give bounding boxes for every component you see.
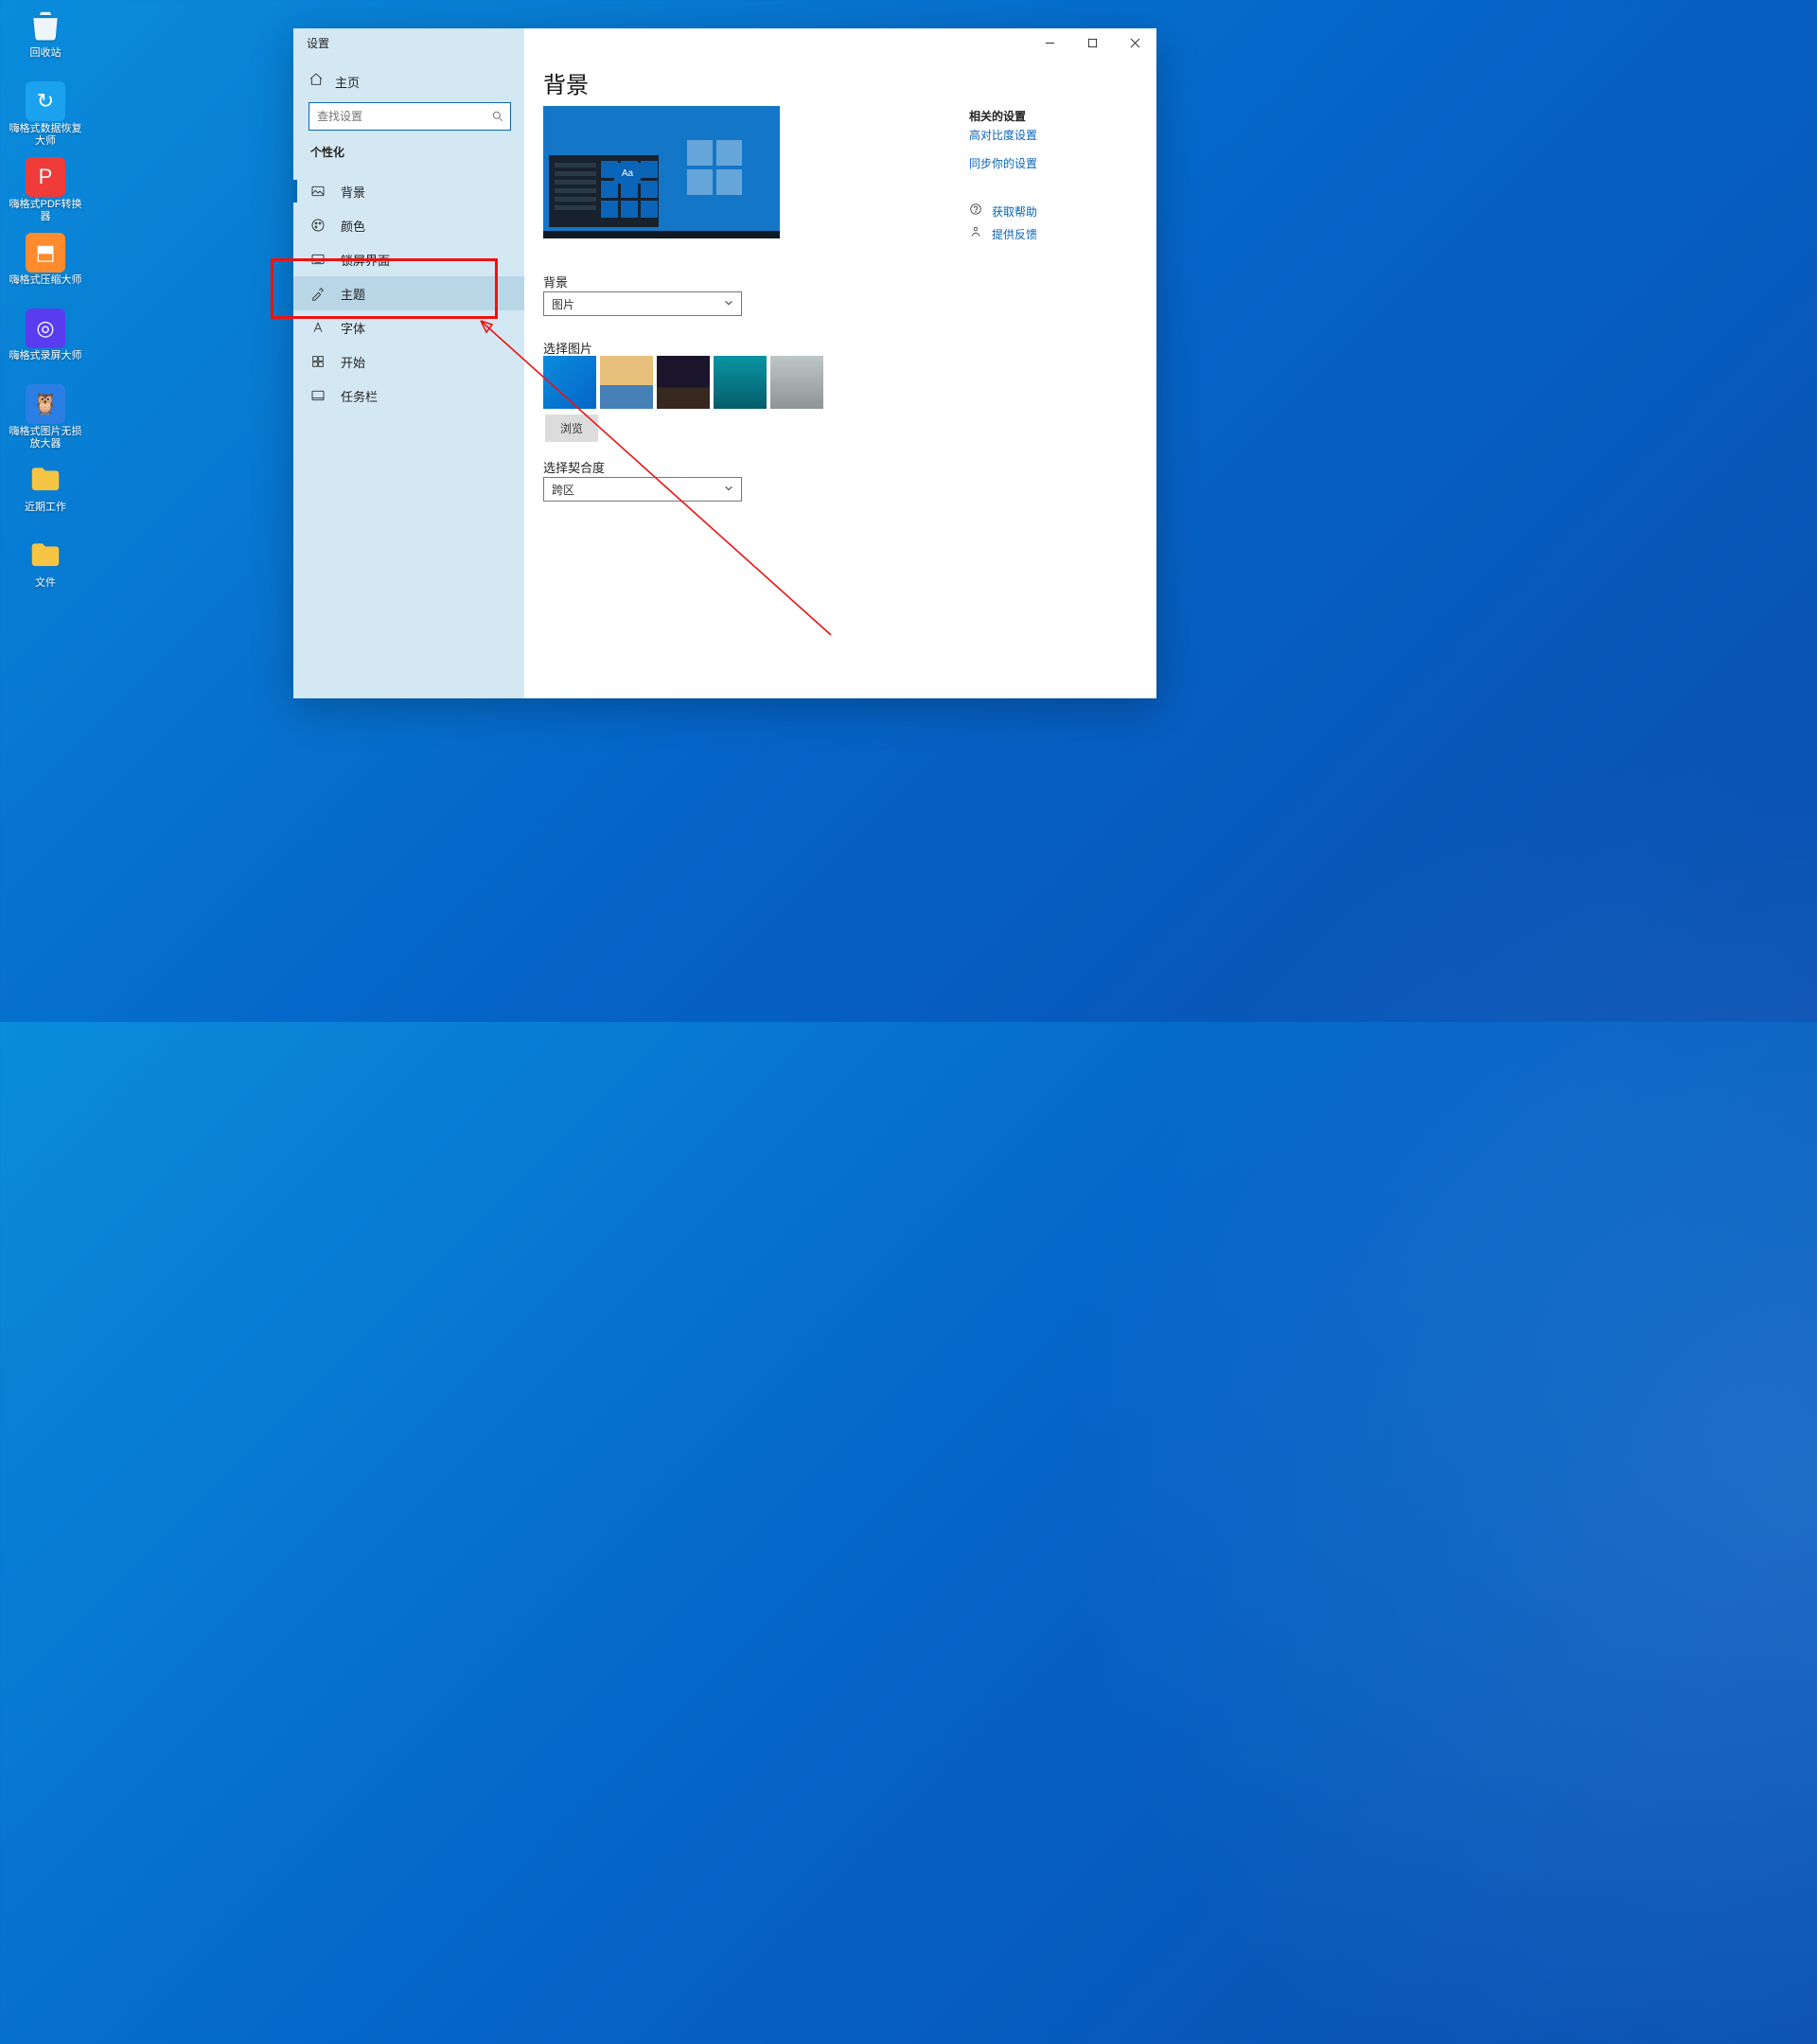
give-feedback[interactable]: 提供反馈 xyxy=(969,225,1037,243)
app-data-recovery[interactable]: ↻ 嗨格式数据恢复大师 xyxy=(6,79,85,153)
bg-select-value: 图片 xyxy=(552,296,574,312)
lockscreen-icon xyxy=(310,252,326,267)
recycle-bin[interactable]: 回收站 xyxy=(6,4,85,78)
settings-nav: 设置 主页 个性化 背景 颜色 锁 xyxy=(293,28,524,698)
window-controls xyxy=(1029,28,1156,57)
picture-icon xyxy=(310,184,326,199)
bg-thumb-4[interactable] xyxy=(714,356,767,409)
nav-taskbar-label: 任务栏 xyxy=(341,387,378,405)
nav-background-label: 背景 xyxy=(341,183,365,201)
bg-thumb-1[interactable] xyxy=(543,356,596,409)
theme-icon xyxy=(310,286,326,301)
app-screenrec-label: 嗨格式录屏大师 xyxy=(9,350,82,362)
start-icon xyxy=(310,354,326,369)
chevron-down-icon xyxy=(724,297,733,310)
nav-background[interactable]: 背景 xyxy=(293,174,524,208)
related-heading: 相关的设置 xyxy=(969,108,1026,124)
font-icon xyxy=(310,320,326,335)
get-help[interactable]: 获取帮助 xyxy=(969,203,1037,220)
folder-recent[interactable]: 近期工作 xyxy=(6,458,85,532)
get-help-label: 获取帮助 xyxy=(992,203,1037,220)
nav-lockscreen[interactable]: 锁屏界面 xyxy=(293,242,524,276)
home-button[interactable]: 主页 xyxy=(309,72,360,92)
bg-thumbnails xyxy=(543,356,823,409)
folder-files-icon xyxy=(26,536,65,575)
home-label: 主页 xyxy=(335,73,360,91)
nav-themes-label: 主题 xyxy=(341,285,365,303)
link-sync-settings[interactable]: 同步你的设置 xyxy=(969,155,1037,171)
feedback-icon xyxy=(969,225,982,243)
bg-thumb-3[interactable] xyxy=(657,356,710,409)
desktop-icons: 回收站 ↻ 嗨格式数据恢复大师 P 嗨格式PDF转换器 ⬒ 嗨格式压缩大师 ◎ … xyxy=(6,4,85,609)
nav-fonts-label: 字体 xyxy=(341,319,365,337)
nav-lockscreen-label: 锁屏界面 xyxy=(341,251,390,269)
app-screenrec[interactable]: ◎ 嗨格式录屏大师 xyxy=(6,307,85,380)
app-screenrec-icon: ◎ xyxy=(26,308,65,348)
app-pdf-icon: P xyxy=(26,157,65,197)
minimize-button[interactable] xyxy=(1029,28,1071,57)
nav-start[interactable]: 开始 xyxy=(293,344,524,379)
link-high-contrast[interactable]: 高对比度设置 xyxy=(969,127,1037,143)
pick-label: 选择图片 xyxy=(543,339,592,357)
preview-taskbar xyxy=(543,231,780,238)
recycle-bin-icon xyxy=(26,6,65,45)
maximize-button[interactable] xyxy=(1071,28,1114,57)
preview-start-panel xyxy=(549,155,659,227)
app-pdf[interactable]: P 嗨格式PDF转换器 xyxy=(6,155,85,229)
taskbar-icon xyxy=(310,388,326,403)
search-field[interactable] xyxy=(309,110,485,123)
chevron-down-icon xyxy=(724,483,733,496)
category-label: 个性化 xyxy=(310,144,344,160)
bg-thumb-2[interactable] xyxy=(600,356,653,409)
palette-icon xyxy=(310,218,326,233)
close-button[interactable] xyxy=(1114,28,1156,57)
give-feedback-label: 提供反馈 xyxy=(992,226,1037,242)
app-imgfix[interactable]: 🦉 嗨格式图片无损放大器 xyxy=(6,382,85,456)
nav-colors[interactable]: 颜色 xyxy=(293,208,524,242)
nav-themes[interactable]: 主题 xyxy=(293,276,524,310)
browse-button[interactable]: 浏览 xyxy=(545,414,598,442)
fit-label: 选择契合度 xyxy=(543,458,605,476)
app-compress-label: 嗨格式压缩大师 xyxy=(9,274,82,287)
titlebar: 设置 xyxy=(293,28,524,57)
settings-content: 背景 Aa 背景 图片 选择图片 浏览 选择契合度 跨区 xyxy=(524,28,1156,698)
bg-thumb-5[interactable] xyxy=(770,356,823,409)
nav-colors-label: 颜色 xyxy=(341,217,365,235)
search-icon xyxy=(485,110,510,123)
settings-window: 设置 主页 个性化 背景 颜色 锁 xyxy=(293,28,1156,698)
home-icon xyxy=(309,72,324,92)
nav-fonts[interactable]: 字体 xyxy=(293,310,524,344)
recycle-bin-label: 回收站 xyxy=(30,47,62,60)
folder-recent-label: 近期工作 xyxy=(25,502,66,514)
folder-files[interactable]: 文件 xyxy=(6,534,85,608)
nav-list: 背景 颜色 锁屏界面 主题 字体 开始 xyxy=(293,174,524,413)
browse-button-label: 浏览 xyxy=(560,422,583,435)
help-icon xyxy=(969,203,982,220)
app-compress[interactable]: ⬒ 嗨格式压缩大师 xyxy=(6,231,85,305)
background-preview: Aa xyxy=(543,106,780,238)
app-compress-icon: ⬒ xyxy=(26,233,65,273)
bg-select[interactable]: 图片 xyxy=(543,291,742,316)
bg-label: 背景 xyxy=(543,273,568,291)
fit-select-value: 跨区 xyxy=(552,482,574,498)
nav-start-label: 开始 xyxy=(341,353,365,371)
fit-select[interactable]: 跨区 xyxy=(543,477,742,502)
app-data-recovery-label: 嗨格式数据恢复大师 xyxy=(8,123,83,148)
page-title: 背景 xyxy=(543,66,589,99)
nav-taskbar[interactable]: 任务栏 xyxy=(293,379,524,413)
preview-windows-logo xyxy=(687,140,742,195)
search-input[interactable] xyxy=(309,102,511,131)
window-title: 设置 xyxy=(307,35,329,51)
preview-aa-tile: Aa xyxy=(614,163,641,184)
app-imgfix-label: 嗨格式图片无损放大器 xyxy=(8,426,83,450)
folder-recent-icon xyxy=(26,460,65,500)
folder-files-label: 文件 xyxy=(35,577,56,590)
app-imgfix-icon: 🦉 xyxy=(26,384,65,424)
app-data-recovery-icon: ↻ xyxy=(26,81,65,121)
app-pdf-label: 嗨格式PDF转换器 xyxy=(8,199,83,223)
